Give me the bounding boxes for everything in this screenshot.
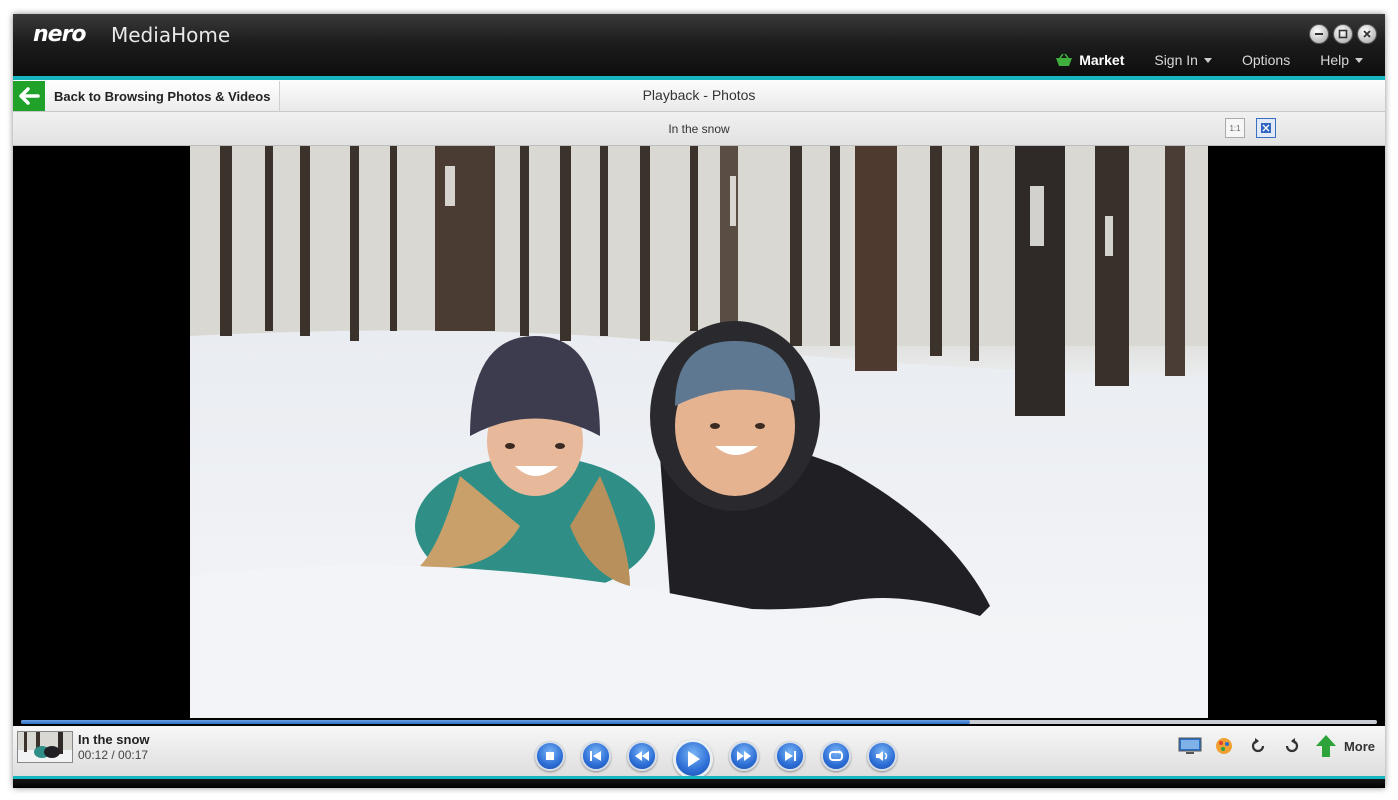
restore-icon[interactable] <box>1333 24 1353 44</box>
options-label: Options <box>1241 52 1291 68</box>
playback-progress[interactable] <box>21 720 1377 724</box>
previous-icon[interactable] <box>581 741 611 771</box>
help-label: Help <box>1320 52 1349 68</box>
rotate-left-icon[interactable] <box>1246 734 1270 758</box>
navigation-bar: Playback - Photos Back to Browsing Photo… <box>13 80 1385 112</box>
footer-accent <box>13 776 1385 779</box>
close-icon[interactable] <box>1357 24 1377 44</box>
app-window: nero MediaHome Market Sign In Options He… <box>13 14 1385 788</box>
fit-to-window-icon[interactable] <box>1256 118 1276 138</box>
actual-size-icon[interactable]: 1:1 <box>1225 118 1245 138</box>
next-icon[interactable] <box>775 741 805 771</box>
rotate-right-icon[interactable] <box>1280 734 1304 758</box>
playback-bar: In the snow 00:12 / 00:17 More <box>13 726 1385 779</box>
back-button-label: Back to Browsing Photos & Videos <box>45 81 281 111</box>
progress-fill <box>21 720 971 724</box>
now-playing-title: In the snow <box>78 732 150 747</box>
fast-forward-icon[interactable] <box>729 741 759 771</box>
nero-logo: nero <box>33 22 87 47</box>
photo-image <box>190 146 1208 718</box>
tool-buttons: More <box>1178 734 1375 758</box>
repeat-icon[interactable] <box>821 741 851 771</box>
photo-viewer <box>13 146 1385 718</box>
window-controls <box>1309 24 1377 44</box>
sign-in-menu[interactable]: Sign In <box>1154 52 1212 68</box>
caption-bar: In the snow 1:1 <box>13 112 1385 146</box>
chevron-down-icon <box>1203 57 1212 63</box>
options-menu[interactable]: Options <box>1242 52 1290 68</box>
more-button[interactable]: More <box>1344 739 1375 754</box>
sign-in-label: Sign In <box>1154 52 1198 68</box>
now-playing-thumbnail <box>17 731 73 763</box>
rewind-icon[interactable] <box>627 741 657 771</box>
tv-output-icon[interactable] <box>1178 734 1202 758</box>
volume-icon[interactable] <box>867 741 897 771</box>
title-bar: nero MediaHome Market Sign In Options He… <box>13 14 1385 78</box>
chevron-down-icon <box>1355 57 1363 63</box>
market-button[interactable]: Market <box>1055 52 1124 68</box>
play-icon[interactable] <box>673 739 713 779</box>
basket-icon <box>1056 53 1073 66</box>
back-button[interactable]: Back to Browsing Photos & Videos <box>13 80 281 112</box>
back-arrow-icon <box>13 81 45 111</box>
upload-icon[interactable] <box>1314 734 1338 758</box>
stop-icon[interactable] <box>535 741 565 771</box>
product-name: MediaHome <box>111 23 231 47</box>
market-label: Market <box>1079 52 1125 68</box>
window-footer <box>13 776 1385 788</box>
help-menu[interactable]: Help <box>1320 52 1363 68</box>
transport-controls <box>535 733 913 779</box>
photo-caption: In the snow <box>668 122 730 136</box>
now-playing-time: 00:12 / 00:17 <box>78 748 149 762</box>
top-menu: Market Sign In Options Help <box>1055 52 1363 68</box>
effects-icon[interactable] <box>1212 734 1236 758</box>
minimize-icon[interactable] <box>1309 24 1329 44</box>
